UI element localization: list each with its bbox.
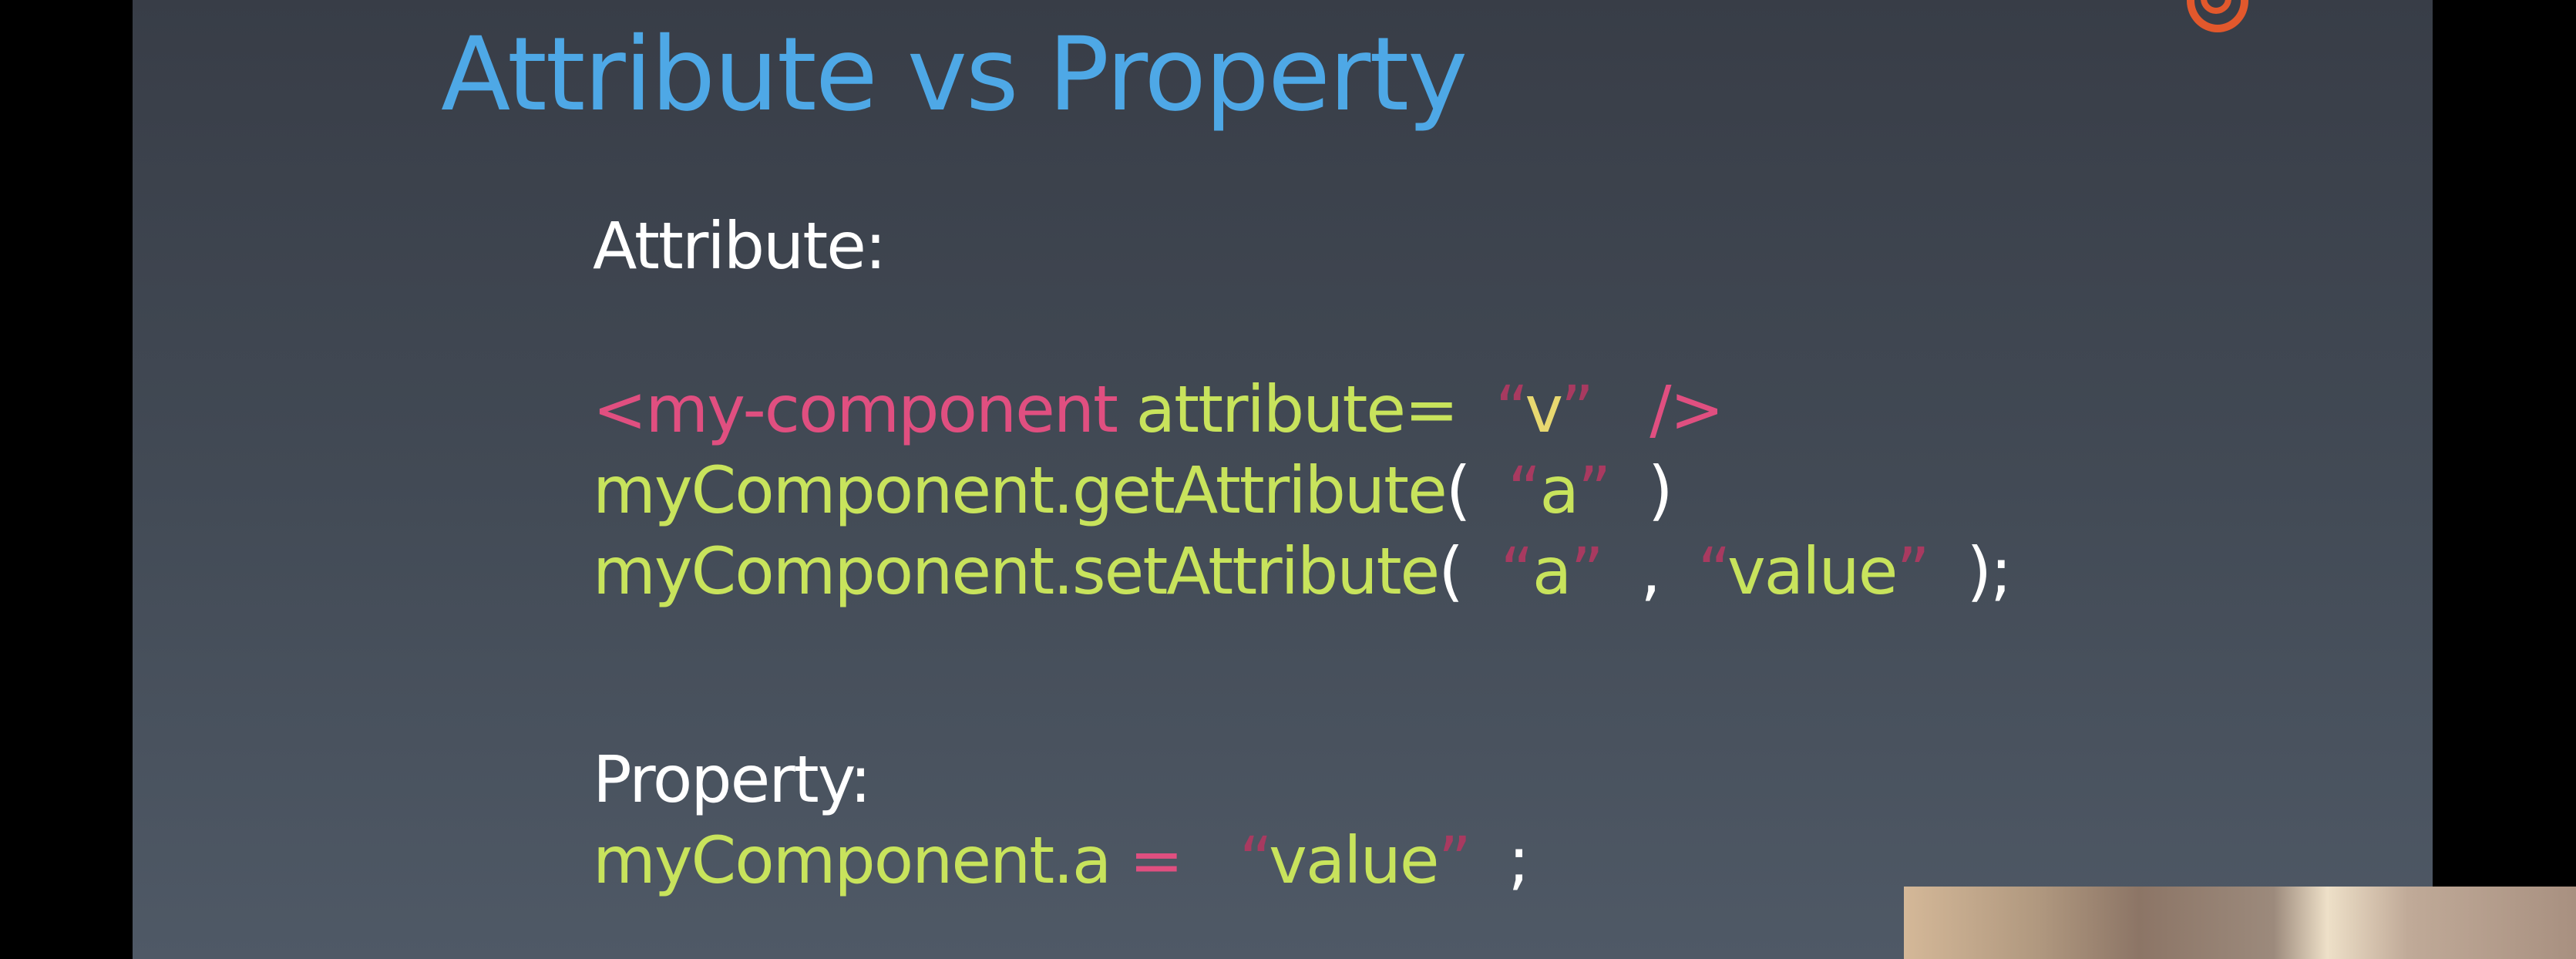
paren: (	[1445, 453, 1471, 528]
quote: “	[1697, 533, 1729, 609]
arg: a	[1539, 453, 1579, 528]
tag-close: />	[1592, 372, 1724, 447]
paren: (	[1438, 533, 1464, 609]
quote: ”	[1438, 823, 1472, 898]
code-call: myComponent.getAttribute	[593, 453, 1448, 528]
slide-title: Attribute vs Property	[441, 15, 1468, 134]
code-call: myComponent.setAttribute	[593, 533, 1440, 609]
quote: “	[1457, 372, 1527, 447]
code-line-property: myComponent.a = “value” ;	[593, 823, 1530, 898]
slide: Attribute vs Property Attribute: <my-com…	[133, 0, 2433, 959]
paren: )	[1609, 453, 1673, 528]
property-heading: Property:	[593, 742, 872, 817]
equals: =	[1110, 823, 1220, 898]
attr-value: v	[1525, 372, 1562, 447]
comma: ,	[1602, 533, 1698, 609]
code-line-get: myComponent.getAttribute( “a” )	[593, 453, 1673, 528]
paren: );	[1928, 533, 2012, 609]
webcam-overlay	[1904, 887, 2576, 959]
attr-name: attribute=	[1116, 372, 1459, 447]
quote: “	[1219, 823, 1271, 898]
value: value	[1269, 823, 1439, 898]
quote: ”	[1560, 372, 1595, 447]
quote: ”	[1577, 453, 1612, 528]
tag-open: <my-component	[593, 372, 1118, 447]
quote: “	[1461, 533, 1534, 609]
code-line-set: myComponent.setAttribute( “a” , “value” …	[593, 533, 2012, 609]
quote: “	[1469, 453, 1542, 528]
quote: ”	[1570, 533, 1604, 609]
code-prop: myComponent.a	[593, 823, 1111, 898]
brand-logo-icon	[2187, 0, 2248, 32]
attribute-heading: Attribute:	[593, 208, 886, 284]
code-line-tag: <my-component attribute= “v” />	[593, 372, 1724, 447]
quote: ”	[1896, 533, 1930, 609]
arg: a	[1532, 533, 1572, 609]
arg: value	[1727, 533, 1898, 609]
semicolon: ;	[1470, 823, 1530, 898]
